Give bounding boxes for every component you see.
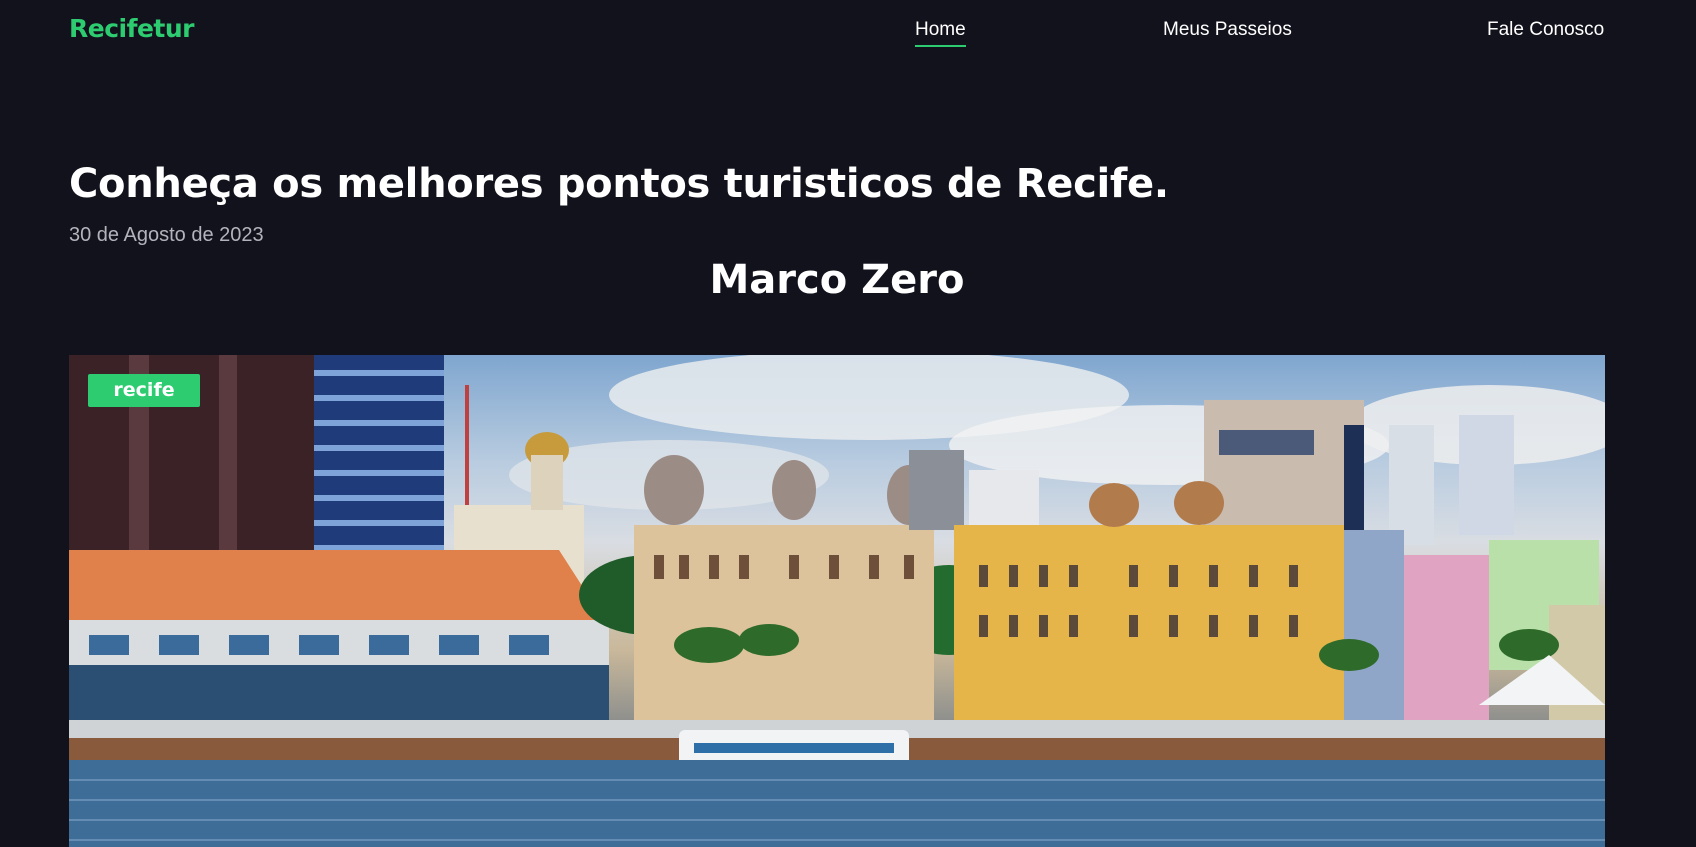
- section-title: Marco Zero: [709, 257, 965, 303]
- nav-item-fale-conosco[interactable]: Fale Conosco: [1487, 19, 1604, 45]
- category-tag[interactable]: recife: [88, 374, 200, 407]
- hero-image: recife: [69, 355, 1605, 847]
- brand-logo[interactable]: Recifetur: [69, 14, 195, 43]
- top-navbar: Recifetur Home Meus Passeios Fale Conosc…: [0, 0, 1696, 64]
- nav-item-home[interactable]: Home: [915, 19, 966, 47]
- page-title: Conheça os melhores pontos turisticos de…: [69, 161, 1169, 207]
- publish-date: 30 de Agosto de 2023: [69, 224, 264, 246]
- nav-item-meus-passeios[interactable]: Meus Passeios: [1163, 19, 1292, 45]
- recife-waterfront-illustration: [69, 355, 1605, 847]
